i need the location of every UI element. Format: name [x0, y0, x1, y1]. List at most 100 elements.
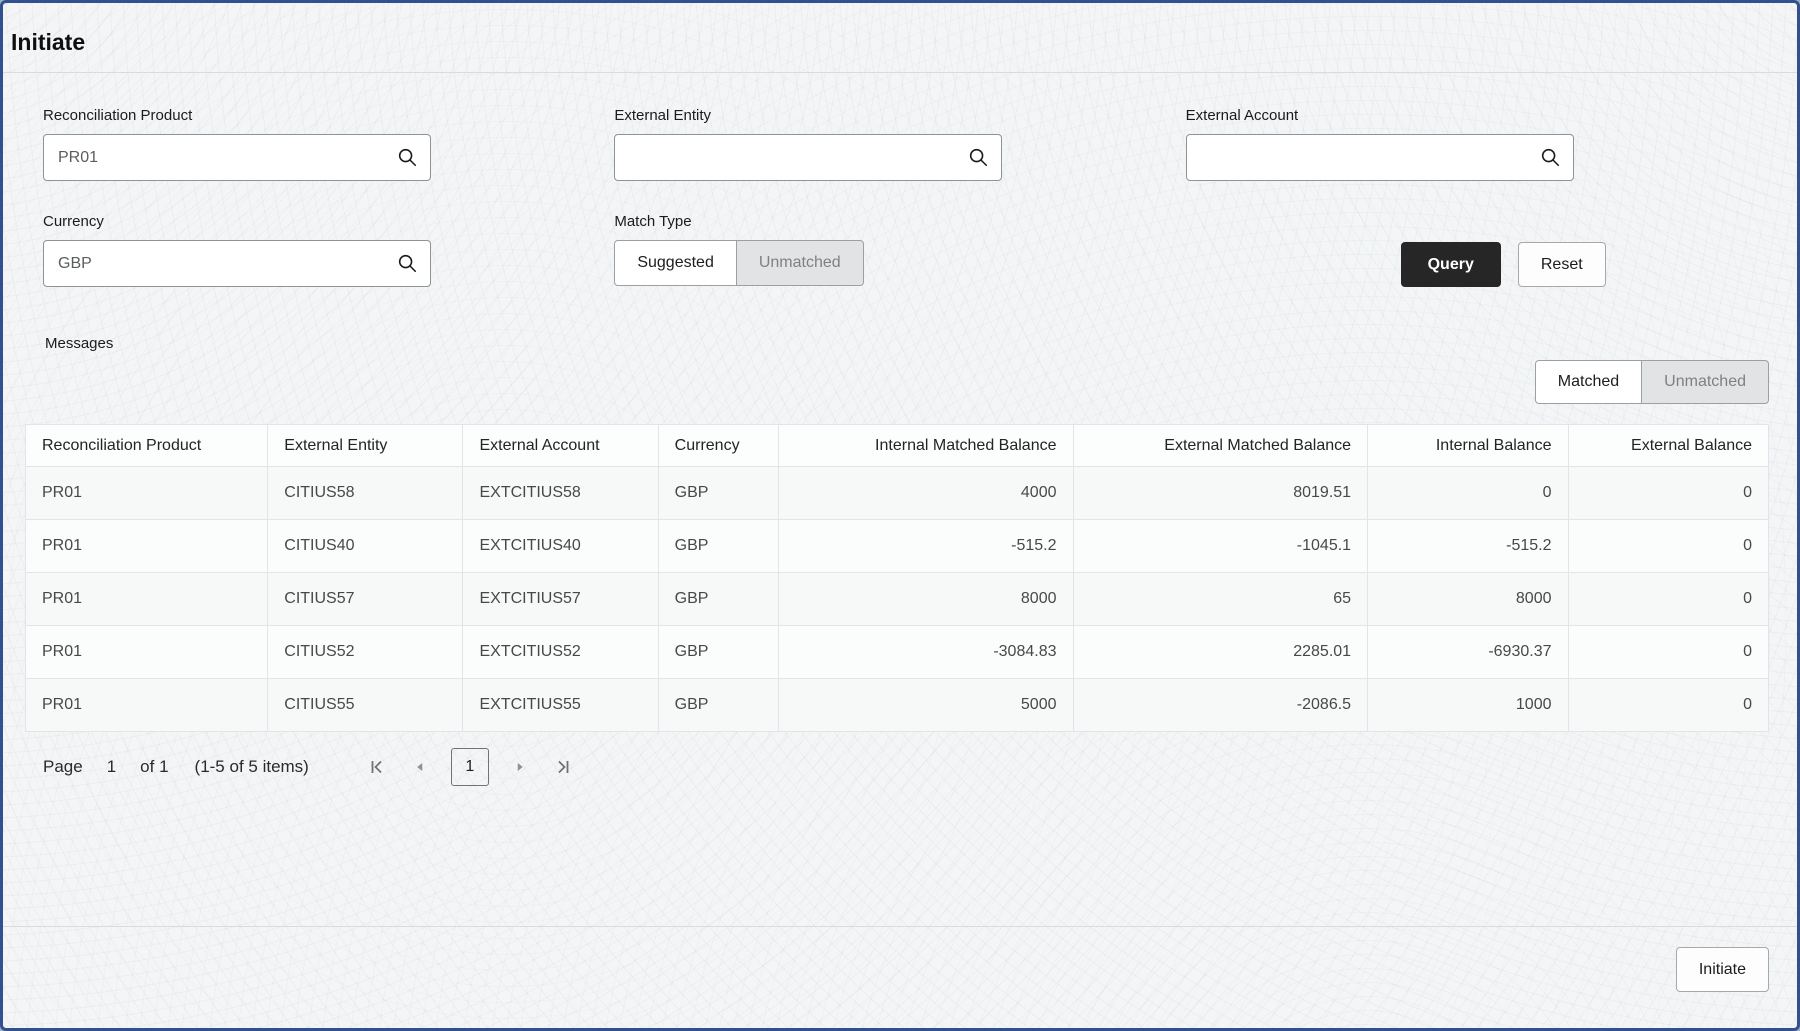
- table-cell: GBP: [657, 678, 779, 732]
- match-type-option-unmatched[interactable]: Unmatched: [736, 240, 864, 286]
- table-cell: -515.2: [1367, 519, 1569, 573]
- query-button[interactable]: Query: [1400, 242, 1501, 287]
- items-range-label: (1-5 of 5 items): [194, 757, 309, 776]
- table-cell: CITIUS52: [267, 625, 464, 679]
- table-cell: 1000: [1367, 678, 1569, 732]
- table-cell: 8000: [1367, 572, 1569, 626]
- search-icon[interactable]: [396, 252, 418, 274]
- table-cell: PR01: [24, 678, 269, 732]
- messages-section: Messages Matched Unmatched: [3, 287, 1797, 406]
- external-entity-input[interactable]: [614, 134, 1003, 181]
- external-account-input[interactable]: [1185, 134, 1574, 181]
- table-cell: PR01: [24, 466, 269, 520]
- table-cell: 0: [1567, 519, 1769, 573]
- table-cell: 0: [1567, 625, 1769, 679]
- column-header: External Entity: [267, 424, 464, 467]
- column-header: Reconciliation Product: [24, 424, 269, 467]
- table-cell: EXTCITIUS52: [462, 625, 659, 679]
- filter-section: Reconciliation Product External Entity: [3, 73, 1797, 287]
- table-cell: GBP: [657, 466, 779, 520]
- table-cell: 4000: [777, 466, 1074, 520]
- table-cell: 2285.01: [1072, 625, 1369, 679]
- table-cell: 0: [1567, 678, 1769, 732]
- page-number-button[interactable]: 1: [450, 748, 489, 786]
- table-row[interactable]: PR01 CITIUS55 EXTCITIUS55 GBP 5000 -2086.5 100…: [24, 678, 1769, 732]
- messages-table: Reconciliation Product External Entity Ext…: [24, 424, 1769, 732]
- reset-button[interactable]: Reset: [1517, 242, 1606, 287]
- table-cell: 0: [1567, 572, 1769, 626]
- table-row[interactable]: PR01 CITIUS57 EXTCITIUS57 GBP 8000 65 8000 0: [24, 572, 1769, 626]
- next-page-icon[interactable]: [509, 756, 531, 778]
- messages-table-wrap: Reconciliation Product External Entity Ext…: [24, 424, 1769, 732]
- previous-page-icon[interactable]: [409, 756, 431, 778]
- column-header: External Account: [462, 424, 659, 467]
- initiate-window: Initiate Reconciliation Product External…: [0, 0, 1800, 1031]
- table-cell: 8000: [777, 572, 1074, 626]
- match-type-toggle: Suggested Unmatched: [614, 240, 864, 286]
- page-total-label: of 1: [140, 757, 169, 776]
- external-account-search: [1185, 134, 1574, 181]
- field-currency: Currency: [43, 213, 614, 287]
- currency-search: [43, 240, 431, 287]
- reconciliation-product-search: [43, 134, 431, 181]
- last-page-icon[interactable]: [551, 756, 573, 778]
- table-cell: CITIUS55: [267, 678, 464, 732]
- field-reconciliation-product: Reconciliation Product: [43, 107, 614, 181]
- reconciliation-product-input[interactable]: [43, 134, 431, 181]
- table-row[interactable]: PR01 CITIUS58 EXTCITIUS58 GBP 4000 8019.51 0 0: [24, 466, 1769, 520]
- column-header: External Matched Balance: [1072, 424, 1369, 467]
- table-cell: -6930.37: [1367, 625, 1569, 679]
- external-entity-search: [614, 134, 1003, 181]
- table-cell: 0: [1367, 466, 1569, 520]
- table-cell: GBP: [657, 519, 779, 573]
- table-cell: 0: [1567, 466, 1769, 520]
- field-external-account: External Account: [1185, 107, 1757, 181]
- view-option-matched[interactable]: Matched: [1534, 360, 1643, 404]
- table-cell: -2086.5: [1072, 678, 1369, 732]
- match-type-option-suggested[interactable]: Suggested: [614, 240, 737, 286]
- current-page-value: 1: [106, 757, 117, 776]
- column-header: Internal Matched Balance: [777, 424, 1074, 467]
- table-cell: 65: [1072, 572, 1369, 626]
- currency-label: Currency: [43, 213, 104, 230]
- table-row[interactable]: PR01 CITIUS40 EXTCITIUS40 GBP -515.2 -1045.1-…: [24, 519, 1769, 573]
- field-match-type: Match Type Suggested Unmatched: [614, 213, 1185, 287]
- field-external-entity: External Entity: [614, 107, 1185, 181]
- column-header: Internal Balance: [1367, 424, 1569, 467]
- table-cell: PR01: [24, 625, 269, 679]
- table-cell: EXTCITIUS55: [462, 678, 659, 732]
- view-option-unmatched[interactable]: Unmatched: [1642, 360, 1769, 404]
- filter-actions: Query Reset: [1186, 213, 1606, 287]
- table-cell: CITIUS57: [267, 572, 464, 626]
- currency-input[interactable]: [43, 240, 431, 287]
- table-body: PR01 CITIUS58 EXTCITIUS58 GBP 4000 8019.51 0 0 P…: [24, 466, 1769, 732]
- table-cell: EXTCITIUS40: [462, 519, 659, 573]
- table-row[interactable]: PR01 CITIUS52 EXTCITIUS52 GBP -3084.83 2285.0…: [24, 625, 1769, 679]
- table-cell: PR01: [24, 519, 269, 573]
- table-cell: 8019.51: [1072, 466, 1369, 520]
- external-entity-label: External Entity: [614, 107, 712, 124]
- table-cell: PR01: [24, 572, 269, 626]
- pagination-nav: 1: [367, 748, 573, 786]
- search-icon[interactable]: [396, 146, 418, 168]
- column-header: Currency: [657, 424, 779, 467]
- table-cell: CITIUS58: [267, 466, 464, 520]
- external-account-label: External Account: [1185, 107, 1299, 124]
- messages-view-toggle: Matched Unmatched: [1534, 360, 1769, 406]
- page-content: Initiate Reconciliation Product External…: [3, 3, 1797, 1028]
- match-type-label: Match Type: [614, 213, 692, 230]
- search-icon[interactable]: [967, 146, 989, 168]
- table-cell: GBP: [657, 572, 779, 626]
- column-header: External Balance: [1567, 424, 1769, 467]
- table-cell: -515.2: [777, 519, 1074, 573]
- table-cell: CITIUS40: [267, 519, 464, 573]
- page-label: Page: [43, 757, 83, 776]
- first-page-icon[interactable]: [367, 756, 389, 778]
- table-cell: -1045.1: [1072, 519, 1369, 573]
- page-footer: Initiate: [3, 926, 1797, 1028]
- messages-toggle-row: Matched Unmatched: [45, 360, 1769, 406]
- table-cell: -3084.83: [777, 625, 1074, 679]
- table-cell: EXTCITIUS57: [462, 572, 659, 626]
- search-icon[interactable]: [1539, 146, 1561, 168]
- initiate-button[interactable]: Initiate: [1675, 947, 1769, 992]
